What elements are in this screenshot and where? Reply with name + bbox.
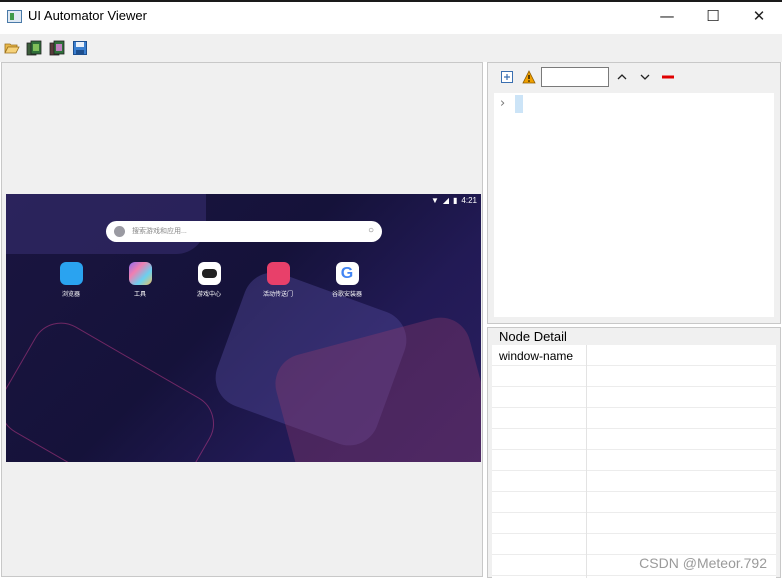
tree-expand-chevron-icon[interactable]: › — [500, 96, 505, 111]
expand-all-icon[interactable] — [499, 69, 515, 85]
app-google-installer[interactable]: G 谷歌安装器 — [322, 262, 372, 298]
save-icon[interactable] — [72, 40, 88, 56]
maximize-button[interactable]: ☐ — [690, 0, 736, 32]
main-toolbar — [0, 34, 782, 62]
table-row[interactable] — [492, 366, 776, 387]
app-label: 活动传送门 — [262, 292, 293, 298]
app-label: 谷歌安装器 — [331, 292, 362, 298]
status-time: 4:21 — [461, 196, 477, 205]
table-row[interactable] — [492, 492, 776, 513]
battery-icon: ▮ — [453, 196, 458, 205]
google-g-icon: G — [335, 262, 359, 285]
close-button[interactable]: ✕ — [736, 0, 782, 32]
table-row[interactable] — [492, 429, 776, 450]
table-row[interactable] — [492, 387, 776, 408]
hierarchy-tree[interactable] — [494, 93, 774, 317]
device-screenshot[interactable]: ▼ ◢ ▮ 4:21 搜索游戏和应用... ○ 浏览器 工具 游戏中心 活动传送… — [6, 194, 481, 462]
app-label: 工具 — [133, 292, 146, 298]
next-node-icon[interactable] — [637, 69, 653, 85]
signal-icon: ◢ — [442, 196, 450, 205]
activity-portal-app-icon — [266, 262, 290, 285]
device-search-bar[interactable]: 搜索游戏和应用... ○ — [106, 221, 382, 242]
game-center-app-icon — [197, 262, 221, 285]
minimize-button[interactable]: — — [644, 0, 690, 32]
search-icon: ○ — [367, 225, 374, 236]
watermark: CSDN @Meteor.792 — [639, 555, 767, 571]
window-title: UI Automator Viewer — [28, 8, 147, 23]
app-game-center[interactable]: 游戏中心 — [184, 262, 234, 298]
app-icon — [7, 10, 22, 23]
table-row[interactable] — [492, 471, 776, 492]
column-divider[interactable] — [586, 345, 587, 578]
app-label: 游戏中心 — [196, 292, 221, 298]
property-key: window-name — [499, 349, 574, 363]
wallpaper-shape — [6, 311, 225, 462]
table-row[interactable]: window-name — [492, 345, 776, 366]
tools-app-icon — [128, 262, 152, 285]
search-placeholder: 搜索游戏和应用... — [132, 228, 187, 235]
app-tools[interactable]: 工具 — [115, 262, 165, 298]
clear-icon[interactable] — [660, 69, 676, 85]
app-label: 浏览器 — [61, 292, 80, 298]
wifi-icon: ▼ — [430, 196, 439, 205]
node-detail-table[interactable]: window-name — [492, 345, 776, 578]
node-filter-input[interactable] — [541, 67, 609, 87]
table-row[interactable] — [492, 408, 776, 429]
search-logo-icon — [114, 226, 125, 237]
tree-selected-node[interactable] — [515, 95, 523, 113]
table-row[interactable] — [492, 513, 776, 534]
device-screenshot-icon[interactable] — [26, 40, 42, 56]
table-row[interactable] — [492, 450, 776, 471]
browser-app-icon — [59, 262, 83, 285]
status-bar: ▼ ◢ ▮ 4:21 — [431, 196, 477, 205]
previous-node-icon[interactable] — [614, 69, 630, 85]
warning-icon[interactable] — [521, 69, 537, 85]
app-browser[interactable]: 浏览器 — [46, 262, 96, 298]
device-screenshot-compressed-icon[interactable] — [49, 40, 65, 56]
app-activity-portal[interactable]: 活动传送门 — [253, 262, 303, 298]
table-row[interactable] — [492, 534, 776, 555]
open-folder-icon[interactable] — [4, 40, 20, 56]
node-detail-title: Node Detail — [499, 329, 567, 344]
